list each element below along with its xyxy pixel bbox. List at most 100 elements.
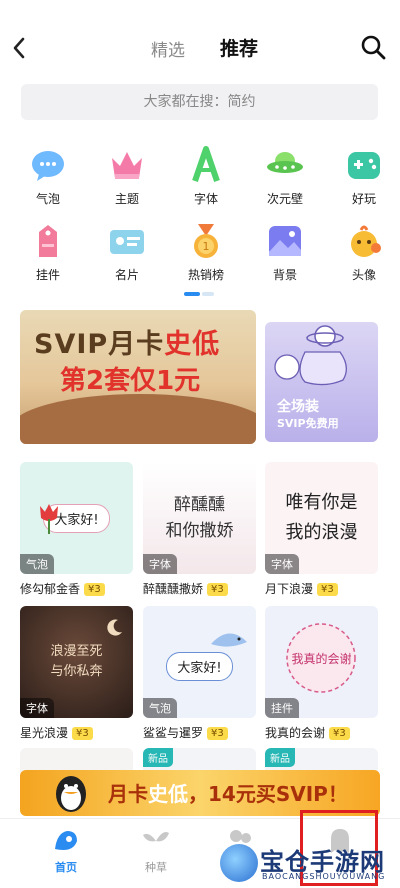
category-label: 头像 xyxy=(351,268,376,282)
crown-icon xyxy=(108,146,146,184)
ufo-icon xyxy=(266,146,304,184)
promo-text: 月卡史低，14元买SVIP！ xyxy=(108,778,348,807)
product-title: 鲨鲨与暹罗 xyxy=(143,726,204,740)
new-badge: 新品 xyxy=(143,748,173,767)
promo-text-b: 史低 xyxy=(148,782,188,806)
price-badge: ¥3 xyxy=(72,727,93,740)
card-icon xyxy=(108,222,146,260)
price-badge: ¥3 xyxy=(207,583,228,596)
category-bestseller[interactable]: 1 热销榜 xyxy=(176,222,236,283)
category-page-indicator xyxy=(184,292,214,296)
price-badge: ¥3 xyxy=(329,727,350,740)
product-title: 醉醺醺撒娇 xyxy=(143,582,204,596)
font-preview: 醉醺醺 和你撒娇 xyxy=(165,495,234,541)
category-label: 挂件 xyxy=(35,268,60,282)
promo-text-c: ，14元买SVIP！ xyxy=(188,782,348,806)
search-icon xyxy=(361,35,386,60)
category-font[interactable]: 字体 xyxy=(176,146,236,207)
category-card[interactable]: 名片 xyxy=(97,222,157,283)
category-label: 字体 xyxy=(193,192,218,206)
shark-icon xyxy=(211,633,247,647)
svg-text:1: 1 xyxy=(203,240,210,253)
category-dimension[interactable]: 次元壁 xyxy=(255,146,315,207)
banner-title: SVIP月卡史低 xyxy=(34,322,220,361)
avatar-icon xyxy=(345,222,383,260)
product-caption: 星光浪漫 ¥3 xyxy=(20,724,93,742)
font-preview: 浪漫至死 与你私奔 xyxy=(50,644,103,679)
product-card[interactable]: 大家好! 气泡 xyxy=(143,606,256,718)
product-title: 星光浪漫 xyxy=(20,726,69,740)
product-caption: 醉醺醺撒娇 ¥3 xyxy=(143,580,228,598)
type-tag: 气泡 xyxy=(143,698,177,718)
watermark-logo-icon xyxy=(220,844,258,882)
category-pendant[interactable]: 挂件 xyxy=(18,222,78,283)
category-label: 热销榜 xyxy=(187,268,224,282)
new-badge: 新品 xyxy=(265,748,295,767)
watermark: 宝仓手游网 BAOCANGSHOUYOUWANG xyxy=(218,840,398,888)
type-tag: 挂件 xyxy=(265,698,299,718)
pendant-preview: 我真的会谢 xyxy=(291,652,352,666)
bubble-icon xyxy=(29,146,67,184)
bubble-preview: 大家好! xyxy=(166,652,233,681)
category-bubble[interactable]: 气泡 xyxy=(18,146,78,207)
category-fun[interactable]: 好玩 xyxy=(334,146,394,207)
category-label: 背景 xyxy=(272,268,297,282)
promo-banner[interactable]: SVIP月卡史低 第2套仅1元 xyxy=(20,310,256,444)
tag-icon xyxy=(29,222,67,260)
banner-dots xyxy=(90,435,210,441)
leaf-icon xyxy=(141,827,171,855)
category-label: 主题 xyxy=(114,192,139,206)
planet-icon xyxy=(274,325,347,386)
product-caption: 我真的会谢 ¥3 xyxy=(265,724,350,742)
product-card[interactable]: 我真的会谢 挂件 xyxy=(265,606,378,718)
banner-low-text: 史低 xyxy=(164,329,221,360)
penguin-icon xyxy=(56,776,86,812)
side-banner-subtitle: SVIP免费用 xyxy=(277,417,339,430)
tab-featured[interactable]: 精选 xyxy=(151,36,185,61)
banner-svip-text: SVIP xyxy=(34,329,109,360)
product-card[interactable]: 醉醺醺 和你撒娇 字体 xyxy=(143,462,256,574)
gamepad-icon xyxy=(345,146,383,184)
product-caption: 月下浪漫 ¥3 xyxy=(265,580,338,598)
category-label: 次元壁 xyxy=(266,192,303,206)
type-tag: 字体 xyxy=(265,554,299,574)
tab-discover[interactable]: 种草 xyxy=(126,827,186,875)
watermark-subtitle: BAOCANGSHOUYOUWANG xyxy=(262,872,386,881)
search-input[interactable]: 大家都在搜：简约 xyxy=(21,84,378,120)
side-banner[interactable]: 全场装 SVIP免费用 xyxy=(265,322,378,442)
product-title: 修勾郁金香 xyxy=(20,582,81,596)
banner-subtitle: 第2套仅1元 xyxy=(60,366,201,396)
price-badge: ¥3 xyxy=(207,727,228,740)
category-label: 好玩 xyxy=(351,192,376,206)
tab-recommended[interactable]: 推荐 xyxy=(220,34,258,61)
type-tag: 气泡 xyxy=(20,554,54,574)
product-card[interactable]: 大家好! 气泡 xyxy=(20,462,133,574)
product-card[interactable]: 唯有你是 我的浪漫 字体 xyxy=(265,462,378,574)
font-icon xyxy=(187,146,225,184)
product-caption: 修勾郁金香 ¥3 xyxy=(20,580,105,598)
back-button[interactable] xyxy=(8,34,32,62)
type-tag: 字体 xyxy=(143,554,177,574)
chevron-left-icon xyxy=(13,37,25,59)
search-button[interactable] xyxy=(360,34,386,60)
product-title: 月下浪漫 xyxy=(265,582,314,596)
picture-icon xyxy=(266,222,304,260)
font-preview: 唯有你是 我的浪漫 xyxy=(285,492,358,543)
tulip-icon xyxy=(40,504,58,534)
medal-icon: 1 xyxy=(187,222,225,260)
category-label: 气泡 xyxy=(35,192,60,206)
tab-home[interactable]: 首页 xyxy=(36,827,96,875)
moon-icon xyxy=(107,619,122,636)
category-background[interactable]: 背景 xyxy=(255,222,315,283)
tab-label: 种草 xyxy=(145,861,167,874)
category-avatar[interactable]: 头像 xyxy=(334,222,394,283)
tab-label: 首页 xyxy=(55,861,77,874)
price-badge: ¥3 xyxy=(317,583,338,596)
top-header: 精选 推荐 xyxy=(0,28,400,68)
category-theme[interactable]: 主题 xyxy=(97,146,157,207)
type-tag: 字体 xyxy=(20,698,54,718)
side-banner-title: 全场装 xyxy=(277,399,319,415)
category-label: 名片 xyxy=(114,268,139,282)
product-card[interactable]: 浪漫至死 与你私奔 字体 xyxy=(20,606,133,718)
home-icon xyxy=(51,827,81,855)
